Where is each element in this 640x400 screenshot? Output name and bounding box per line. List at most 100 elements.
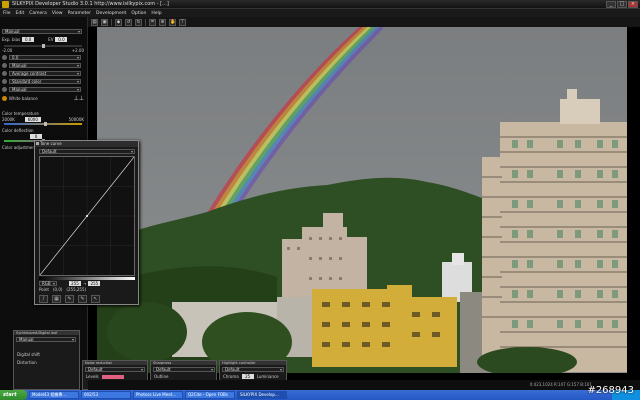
curve-pen-icon[interactable]: ✎ xyxy=(78,295,87,303)
color-mode-dropdown[interactable]: Standard color xyxy=(9,78,81,84)
panel-option-2: Luminance xyxy=(256,374,279,379)
panel-preset-dropdown[interactable]: Manual xyxy=(16,337,76,342)
input-value[interactable]: 255 xyxy=(69,281,81,286)
tone-curve-plot[interactable] xyxy=(39,156,135,276)
panel-option-2: Distortion xyxy=(17,360,37,365)
tone-icon xyxy=(2,62,7,68)
wb-button-icon xyxy=(2,95,7,101)
panel-title: Sharpness xyxy=(151,361,216,365)
toolbar: ▤ ▣ ◆ ↺ ↻ ⌗ ⊕ ✋ ⊤ xyxy=(88,17,640,27)
tone-dropdown[interactable]: Manual xyxy=(9,62,81,68)
minimize-button[interactable]: _ xyxy=(606,1,616,8)
toolbar-separator xyxy=(111,18,112,26)
sharpness-icon xyxy=(2,86,7,92)
color-temp-max: 50000K xyxy=(68,116,84,122)
taskbar: start Model43 相機專... 002/53 Photoss Live… xyxy=(0,390,640,400)
panel-title: Noise reduction xyxy=(83,361,147,365)
exposure-max: +2.00 xyxy=(71,47,84,53)
taskbar-item[interactable]: 002/53 xyxy=(81,391,131,399)
taskbar-item-active[interactable]: SILKYPIX Develop... xyxy=(237,391,287,399)
exposure-label: Exp. bias xyxy=(2,36,21,42)
color-temp-slider[interactable] xyxy=(4,122,82,126)
exposure-ev-label: EV xyxy=(48,36,54,42)
white-balance-button[interactable]: White balance xyxy=(9,96,38,101)
panel-option: Levels xyxy=(86,374,99,379)
channel-dropdown[interactable]: RGB xyxy=(39,281,57,286)
rotate-right-icon[interactable]: ↻ xyxy=(135,18,142,26)
exposure-input[interactable]: 0.0 xyxy=(22,36,35,42)
menu-edit[interactable]: Edit xyxy=(16,11,25,16)
white-balance-dropdown[interactable]: 0.0 xyxy=(9,54,81,60)
open-icon[interactable]: ▤ xyxy=(91,18,98,26)
preset-dropdown[interactable]: Manual xyxy=(2,28,82,34)
taskbar-item[interactable]: Photoss Live Meet... xyxy=(133,391,183,399)
color-adjust-label: Color adjustment xyxy=(2,144,37,150)
app-icon xyxy=(2,1,9,8)
color-temp-label: Color temperature xyxy=(2,110,39,116)
start-button[interactable]: start xyxy=(0,390,27,400)
bottom-panel-1[interactable]: Synthesized/Digital leaf Manual Digital … xyxy=(13,330,80,390)
panel-title: Highlight controller xyxy=(220,361,286,365)
image-viewer[interactable] xyxy=(97,27,627,373)
color-icon xyxy=(2,78,7,84)
contrast-icon xyxy=(2,70,7,76)
tone-curve-graph xyxy=(39,156,135,276)
color-deflection-input[interactable]: 0 xyxy=(30,133,42,139)
status-bar: X:423,1024 R:147 G:157 B:161 xyxy=(88,380,640,390)
curve-point[interactable] xyxy=(86,215,88,217)
curve-line-icon[interactable]: / xyxy=(39,295,48,303)
menu-help[interactable]: Help xyxy=(151,11,161,16)
menu-parameter[interactable]: Parameter xyxy=(68,11,91,16)
color-swatch[interactable] xyxy=(101,374,124,379)
menu-option[interactable]: Option xyxy=(131,11,146,16)
curve-pen-icon[interactable]: ✎ xyxy=(65,295,74,303)
taskbar-item[interactable]: Model43 相機專... xyxy=(29,391,79,399)
pipette-icon[interactable]: ⊥⊥ xyxy=(74,95,84,102)
menu-camera[interactable]: Camera xyxy=(29,11,47,16)
tone-curve-title: Tone curve xyxy=(35,141,138,147)
menu-file[interactable]: File xyxy=(3,11,11,16)
color-deflection-label: Color deflection xyxy=(2,127,34,133)
panel-title: Synthesized/Digital leaf xyxy=(14,331,79,335)
panel-option: Digital shift xyxy=(17,352,40,357)
panel-preset-dropdown[interactable]: Default xyxy=(85,367,145,372)
hand-icon[interactable]: ✋ xyxy=(169,18,176,26)
tone-curve-window[interactable]: Tone curve Default RGB 255 → 255 Point (… xyxy=(34,140,139,305)
sharpness-dropdown[interactable]: Manual xyxy=(9,86,81,92)
window-title: SILKYPIX Developer Studio 3.0.1 http://w… xyxy=(12,1,169,7)
curve-grid-icon[interactable]: ▦ xyxy=(52,295,61,303)
arrow-icon: → xyxy=(83,281,87,286)
pixel-info: X:423,1024 R:147 G:157 B:161 xyxy=(529,382,592,387)
slider-knob[interactable] xyxy=(44,122,47,126)
curve-reset-icon[interactable]: ↖ xyxy=(91,295,100,303)
menu-bar: File Edit Camera View Parameter Developm… xyxy=(0,9,640,17)
rotate-left-icon[interactable]: ↺ xyxy=(125,18,132,26)
exposure-min: -2.00 xyxy=(2,47,13,53)
color-temp-input[interactable]: 6000 xyxy=(24,116,41,122)
panel-option: Chroma xyxy=(223,374,239,379)
contrast-dropdown[interactable]: Average contrast xyxy=(9,70,81,76)
panel-preset-dropdown[interactable]: Default xyxy=(222,367,284,372)
title-bar: SILKYPIX Developer Studio 3.0.1 http://w… xyxy=(0,0,640,9)
panel-preset-dropdown[interactable]: Default xyxy=(153,367,215,372)
panel-option: Outline xyxy=(154,374,169,379)
watermark: #268943 xyxy=(587,385,634,396)
toolbar-separator xyxy=(145,18,146,26)
zoom-icon[interactable]: ⊕ xyxy=(159,18,166,26)
point-coords: (0,0) xyxy=(52,287,63,292)
point-label: Point xyxy=(39,287,49,292)
menu-view[interactable]: View xyxy=(52,11,63,16)
taskbar-item[interactable]: Q2Cite - Open FOBs xyxy=(185,391,235,399)
tone-curve-preset-dropdown[interactable]: Default xyxy=(39,149,135,154)
pipette-icon[interactable]: ⊤ xyxy=(179,18,186,26)
develop-icon[interactable]: ◆ xyxy=(115,18,122,26)
menu-development[interactable]: Development xyxy=(96,11,126,16)
output-value[interactable]: 255 xyxy=(88,281,101,286)
point-coords-2: (255,255) xyxy=(66,287,87,292)
close-button[interactable]: × xyxy=(628,1,638,8)
panel-value[interactable]: 25 xyxy=(241,374,254,379)
save-icon[interactable]: ▣ xyxy=(101,18,108,26)
maximize-button[interactable]: □ xyxy=(617,1,627,8)
exposure-ev-input[interactable]: 0.0 xyxy=(55,36,68,42)
crop-icon[interactable]: ⌗ xyxy=(149,18,156,26)
